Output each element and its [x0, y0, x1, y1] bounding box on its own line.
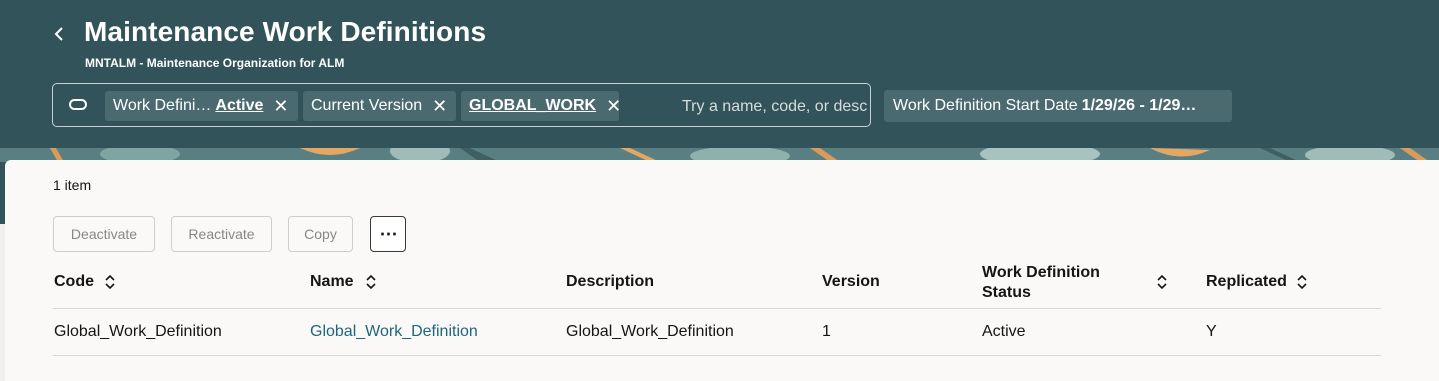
cell-status: Active [982, 323, 1026, 340]
filter-chip-version[interactable]: Current Version ✕ [303, 91, 456, 121]
cell-code: Global_Work_Definition [54, 323, 222, 340]
filter-chip-status[interactable]: Work Defini… Active ✕ [105, 91, 298, 121]
column-header-code[interactable]: Code [54, 273, 94, 291]
filter-chip-value[interactable]: Active [215, 97, 263, 115]
column-header-replicated[interactable]: Replicated [1206, 273, 1287, 291]
sort-icon[interactable] [104, 274, 116, 290]
filter-chip-value[interactable]: GLOBAL_WORK [469, 97, 596, 115]
filter-chip-label: Work Definition Start Date [893, 97, 1078, 114]
column-header-description: Description [566, 273, 655, 290]
table-row-divider [53, 355, 1381, 356]
filter-chip-label: Current Version [311, 97, 423, 114]
copy-button[interactable]: Copy [288, 216, 353, 252]
filter-chip-start-date[interactable]: Work Definition Start Date 1/29/26 - 1/2… [884, 90, 1232, 122]
search-bar[interactable]: Work Defini… Active ✕ Current Version ✕ … [52, 83, 871, 127]
back-arrow-icon[interactable] [50, 24, 70, 44]
work-definition-link[interactable]: Global_Work_Definition [310, 323, 478, 341]
close-icon[interactable]: ✕ [606, 96, 621, 117]
page-title: Maintenance Work Definitions [84, 16, 487, 47]
cell-replicated: Y [1206, 323, 1217, 340]
more-actions-button[interactable]: ⋯ [370, 216, 406, 252]
page-subtitle: MNTALM - Maintenance Organization for AL… [85, 56, 345, 70]
close-icon[interactable]: ✕ [273, 96, 288, 117]
filter-chip-value: 1/29/26 - 1/29… [1081, 97, 1197, 114]
sort-icon[interactable] [1296, 274, 1308, 290]
column-header-name[interactable]: Name [310, 273, 354, 291]
column-header-status[interactable]: Work Definition Status [982, 263, 1112, 303]
cell-description: Global_Work_Definition [566, 323, 734, 340]
filter-chip-work-definition[interactable]: GLOBAL_WORK ✕ [461, 91, 621, 121]
more-icon: ⋯ [379, 223, 398, 244]
deactivate-button[interactable]: Deactivate [53, 216, 155, 252]
results-panel: 1 item Deactivate Reactivate Copy ⋯ Code… [5, 160, 1439, 381]
close-icon[interactable]: ✕ [432, 96, 447, 117]
results-count: 1 item [53, 177, 92, 193]
sort-icon[interactable] [365, 274, 377, 290]
filter-chip-label: Work Defini… [113, 97, 212, 114]
sort-icon[interactable] [1156, 274, 1168, 290]
search-input[interactable] [680, 93, 870, 121]
reactivate-button[interactable]: Reactivate [171, 216, 272, 252]
search-icon [69, 99, 87, 110]
cell-version: 1 [822, 323, 831, 340]
column-header-version: Version [822, 273, 880, 290]
table-header-divider [53, 308, 1381, 309]
